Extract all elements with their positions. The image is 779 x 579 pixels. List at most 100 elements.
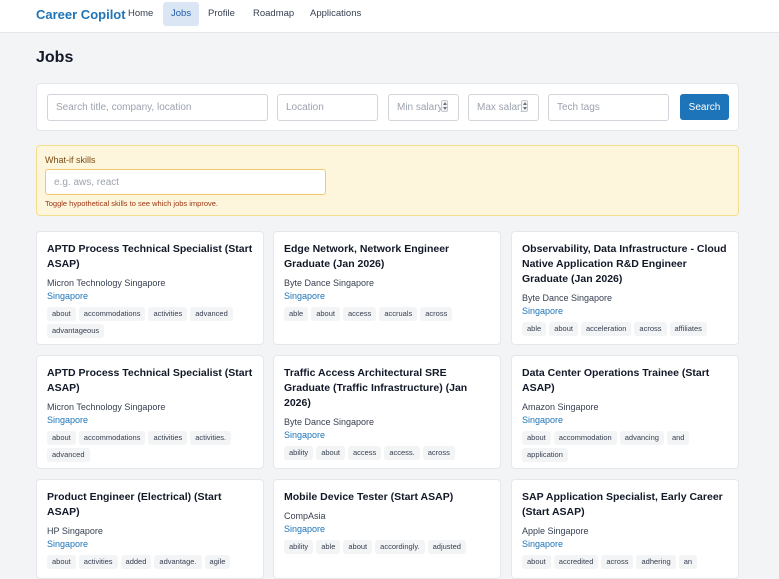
what-if-skills-panel: What-if skills Toggle hypothetical skill… xyxy=(36,145,739,216)
job-card[interactable]: Observability, Data Infrastructure - Clo… xyxy=(511,231,739,345)
skill-tag: an xyxy=(678,555,698,569)
skill-tag: agile xyxy=(204,555,231,569)
skill-tag: accommodations xyxy=(78,431,146,445)
skill-tag: access. xyxy=(384,446,420,460)
job-location: Singapore xyxy=(522,306,564,316)
job-location: Singapore xyxy=(522,539,564,549)
top-navbar: Career Copilot Home Jobs Profile Roadmap… xyxy=(0,0,779,33)
job-card[interactable]: Data Center Operations Trainee (Start AS… xyxy=(511,355,739,469)
skill-tag: activities xyxy=(148,431,188,445)
skill-tag: advanced xyxy=(190,307,233,321)
skill-tag: advantageous xyxy=(47,324,105,338)
job-company: Apple Singapore xyxy=(522,526,589,536)
job-tags: able about acceleration across affiliate… xyxy=(522,322,728,336)
min-salary-wrapper xyxy=(388,94,459,121)
job-card[interactable]: Product Engineer (Electrical) (Start ASA… xyxy=(36,479,264,579)
job-card[interactable]: Edge Network, Network Engineer Graduate … xyxy=(273,231,501,345)
skill-tag: across xyxy=(420,307,453,321)
skill-tag: and xyxy=(666,431,690,445)
job-location: Singapore xyxy=(47,291,89,301)
nav-item-jobs[interactable]: Jobs xyxy=(163,2,200,26)
skill-tag: ability xyxy=(284,446,314,460)
nav-item-applications[interactable]: Applications xyxy=(302,2,369,26)
tech-tags-input[interactable] xyxy=(548,94,669,121)
page-title: Jobs xyxy=(36,49,74,66)
skill-tag: accordingly. xyxy=(375,540,425,554)
job-location: Singapore xyxy=(47,415,89,425)
skill-tag: about xyxy=(47,431,76,445)
max-salary-input[interactable] xyxy=(468,94,539,121)
job-tags: about accommodation advancing and applic… xyxy=(522,431,728,462)
job-company: Byte Dance Singapore xyxy=(284,278,375,288)
skill-tag: adhering xyxy=(636,555,676,569)
skill-tag: advancing xyxy=(619,431,664,445)
job-card[interactable]: SAP Application Specialist, Early Career… xyxy=(511,479,739,579)
job-title[interactable]: APTD Process Technical Specialist (Start… xyxy=(47,366,253,396)
skill-tag: about xyxy=(316,446,345,460)
job-tags: about activities added advantage. agile xyxy=(47,555,253,569)
job-company: Micron Technology Singapore xyxy=(47,278,166,288)
job-card[interactable]: Traffic Access Architectural SRE Graduat… xyxy=(273,355,501,469)
nav-item-roadmap[interactable]: Roadmap xyxy=(245,2,302,26)
nav-item-home[interactable]: Home xyxy=(120,2,161,26)
skill-tag: advantage. xyxy=(154,555,202,569)
skill-tag: application xyxy=(522,448,568,462)
skill-tag: about xyxy=(47,555,76,569)
skill-tag: about xyxy=(47,307,76,321)
job-tags: about accredited across adhering an xyxy=(522,555,728,569)
skill-tag: ability xyxy=(284,540,314,554)
job-card[interactable]: APTD Process Technical Specialist (Start… xyxy=(36,355,264,469)
job-title[interactable]: Product Engineer (Electrical) (Start ASA… xyxy=(47,490,253,520)
skill-tag: about xyxy=(522,555,551,569)
what-if-skills-input[interactable] xyxy=(45,169,326,195)
skill-tag: accredited xyxy=(553,555,599,569)
search-input[interactable] xyxy=(47,94,268,121)
job-title[interactable]: Traffic Access Architectural SRE Graduat… xyxy=(284,366,490,411)
job-company: HP Singapore xyxy=(47,526,103,536)
job-card[interactable]: APTD Process Technical Specialist (Start… xyxy=(36,231,264,345)
job-title[interactable]: APTD Process Technical Specialist (Start… xyxy=(47,242,253,272)
what-if-hint: Toggle hypothetical skills to see which … xyxy=(45,199,219,208)
job-tags: about accommodations activities activiti… xyxy=(47,431,253,462)
search-button[interactable]: Search xyxy=(680,94,729,120)
skill-tag: able xyxy=(522,322,547,336)
skill-tag: acceleration xyxy=(580,322,632,336)
skill-tag: able xyxy=(316,540,341,554)
skill-tag: accommodations xyxy=(78,307,146,321)
location-input[interactable] xyxy=(277,94,378,121)
skill-tag: about xyxy=(522,431,551,445)
skill-tag: access xyxy=(342,307,377,321)
skill-tag: activities xyxy=(78,555,118,569)
skill-tag: able xyxy=(284,307,309,321)
job-location: Singapore xyxy=(522,415,564,425)
job-location: Singapore xyxy=(284,430,326,440)
search-panel: Search xyxy=(36,83,739,131)
job-company: Micron Technology Singapore xyxy=(47,402,166,412)
skill-tag: about xyxy=(549,322,578,336)
skill-tag: advanced xyxy=(47,448,90,462)
skill-tag: affiliates xyxy=(669,322,707,336)
brand-logo[interactable]: Career Copilot xyxy=(36,7,126,22)
what-if-label: What-if skills xyxy=(45,155,96,165)
nav-item-profile[interactable]: Profile xyxy=(200,2,243,26)
job-title[interactable]: Mobile Device Tester (Start ASAP) xyxy=(284,490,490,505)
job-tags: able about access accruals across xyxy=(284,307,490,321)
job-tags: about accommodations activities advanced… xyxy=(47,307,253,338)
skill-tag: across xyxy=(422,446,455,460)
job-title[interactable]: Edge Network, Network Engineer Graduate … xyxy=(284,242,490,272)
skill-tag: added xyxy=(120,555,152,569)
job-title[interactable]: Observability, Data Infrastructure - Clo… xyxy=(522,242,728,287)
skill-tag: accommodation xyxy=(553,431,617,445)
job-card[interactable]: Mobile Device Tester (Start ASAP) CompAs… xyxy=(273,479,501,579)
job-location: Singapore xyxy=(284,524,326,534)
skill-tag: activities xyxy=(148,307,188,321)
job-location: Singapore xyxy=(284,291,326,301)
skill-tag: accruals xyxy=(379,307,418,321)
min-salary-input[interactable] xyxy=(388,94,459,121)
job-company: Byte Dance Singapore xyxy=(284,417,375,427)
job-title[interactable]: SAP Application Specialist, Early Career… xyxy=(522,490,728,520)
job-title[interactable]: Data Center Operations Trainee (Start AS… xyxy=(522,366,728,396)
job-company: CompAsia xyxy=(284,511,326,521)
job-tags: ability able about accordingly. adjusted xyxy=(284,540,490,554)
job-location: Singapore xyxy=(47,539,89,549)
